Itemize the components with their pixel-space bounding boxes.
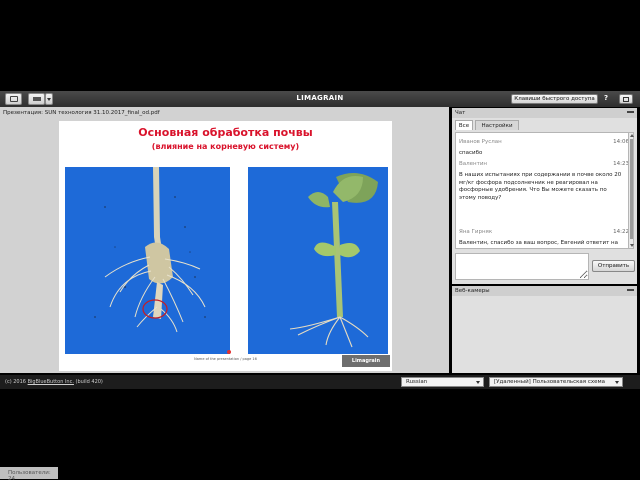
status-bar: (c) 2016 BigBlueButton Inc. (build 420) … <box>0 375 640 389</box>
copyright-text: (c) 2016 BigBlueButton Inc. (build 420) <box>5 379 103 385</box>
slide-pointer-dot <box>227 350 231 354</box>
language-select[interactable]: Russian <box>401 377 484 387</box>
chat-input[interactable] <box>455 253 589 280</box>
chevron-down-icon <box>615 381 619 384</box>
copyright-year: (c) 2016 <box>5 379 26 385</box>
minimize-icon[interactable] <box>627 289 634 291</box>
exit-button[interactable] <box>619 94 633 104</box>
webcam-header: Веб-камеры <box>452 286 637 296</box>
message-author: Яна Гирняк <box>459 229 493 235</box>
chat-header: Чат <box>452 108 637 118</box>
message-text: спасибо <box>459 150 483 156</box>
message-author: Валентин <box>459 161 488 167</box>
tab-all[interactable]: Все <box>455 120 473 130</box>
chat-message-list: Иванов Руслан 14:06 спасибо Валентин 14:… <box>455 132 629 249</box>
scroll-down-icon[interactable] <box>630 244 634 247</box>
chat-title: Чат <box>455 110 466 116</box>
webcam-pane: Веб-камеры <box>452 286 637 373</box>
message-author: Иванов Руслан <box>459 139 502 145</box>
plant-seedling-illustration <box>248 167 388 354</box>
message-text: В наших испытаниях при содержании в почв… <box>459 172 622 201</box>
slide: Основная обработка почвы (влияние на кор… <box>59 121 392 371</box>
help-button[interactable]: ? <box>604 94 608 102</box>
chevron-down-icon <box>476 381 480 384</box>
slide-title: Основная обработка почвы <box>138 126 313 139</box>
users-panel-tab[interactable]: Пользователи: 24 <box>0 467 58 480</box>
layout-select[interactable]: [Удаленный] Пользовательская схема <box>489 377 623 387</box>
plant-roots-illustration <box>65 167 230 354</box>
language-value: Russian <box>406 379 428 385</box>
layout-value: [Удаленный] Пользовательская схема <box>494 379 606 385</box>
scroll-up-icon[interactable] <box>630 134 634 137</box>
chat-scrollbar[interactable] <box>628 132 634 249</box>
message-text: Валентин, спасибо за ваш вопрос, Евгений… <box>459 240 618 248</box>
message-time: 14:22 <box>613 229 629 235</box>
build-number: (build 420) <box>75 379 103 385</box>
shortcut-keys-button[interactable]: Клавиши быстрого доступа <box>511 94 598 104</box>
send-button[interactable]: Отправить <box>592 260 635 272</box>
presentation-pane: Презентация: SUN технология 31.10.2017_f… <box>0 107 449 480</box>
slide-photo-roots <box>65 167 230 354</box>
slide-subtitle: (влияние на корневую систему) <box>151 142 300 151</box>
limagrain-logo: Limagrain <box>342 355 390 367</box>
tab-settings[interactable]: Настройки <box>475 120 519 130</box>
bigbluebutton-link[interactable]: BigBlueButton Inc. <box>28 379 74 385</box>
window-icon <box>623 97 629 102</box>
presentation-caption: Презентация: SUN технология 31.10.2017_f… <box>3 110 160 116</box>
message-time: 14:06 <box>613 139 629 145</box>
scroll-thumb[interactable] <box>630 139 633 239</box>
webcam-title: Веб-камеры <box>455 288 490 294</box>
chat-pane: Чат Все Настройки Иванов Руслан 14:06 сп… <box>452 108 637 284</box>
minimize-icon[interactable] <box>627 111 634 113</box>
message-time: 14:23 <box>613 161 629 167</box>
top-toolbar: LIMAGRAIN Клавиши быстрого доступа ? <box>0 91 640 107</box>
slide-photo-plant <box>248 167 388 354</box>
